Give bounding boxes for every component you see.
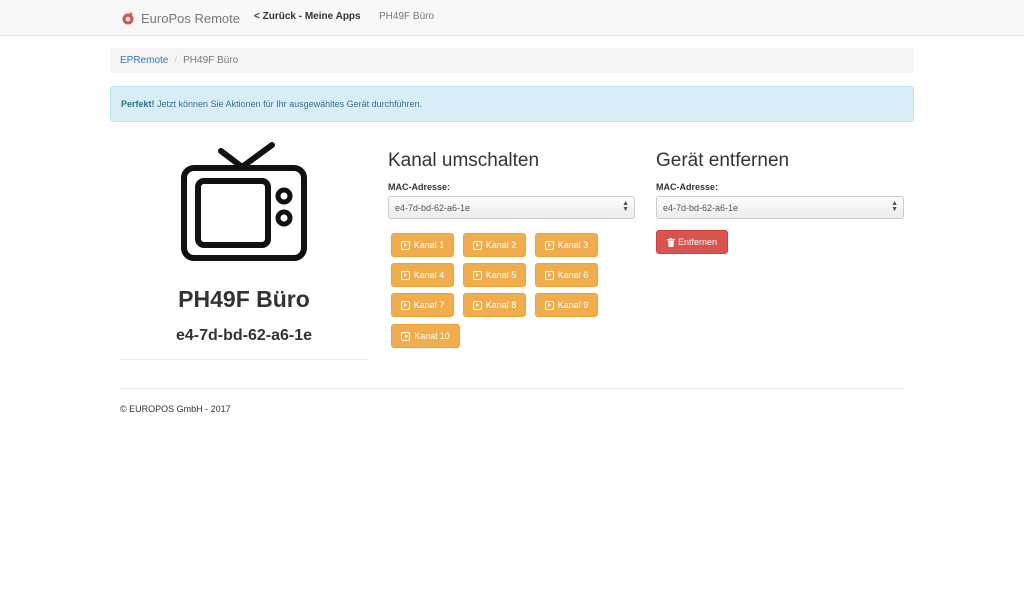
play-icon bbox=[472, 300, 482, 310]
kanal-3-button[interactable]: Kanal 3 bbox=[535, 233, 598, 257]
kanal-2-button[interactable]: Kanal 2 bbox=[463, 233, 526, 257]
kanal-button-label: Kanal 8 bbox=[485, 300, 517, 310]
kanal-button-label: Kanal 9 bbox=[557, 300, 589, 310]
breadcrumb-separator: / bbox=[174, 55, 178, 66]
brand-link[interactable]: EuroPos Remote bbox=[121, 10, 240, 26]
play-icon bbox=[401, 331, 411, 341]
brand-text: EuroPos Remote bbox=[141, 10, 240, 26]
navbar: EuroPos Remote < Zurück - Meine Apps PH4… bbox=[0, 0, 1024, 36]
play-icon bbox=[544, 270, 554, 280]
kanal-button-label: Kanal 6 bbox=[557, 270, 589, 280]
remove-section-title: Gerät entfernen bbox=[656, 150, 790, 171]
kanal-9-button[interactable]: Kanal 9 bbox=[535, 293, 598, 317]
play-icon bbox=[472, 240, 482, 250]
device-mac-heading: e4-7d-bd-62-a6-1e bbox=[175, 327, 313, 344]
remove-mac-label: MAC-Adresse: bbox=[656, 182, 719, 192]
play-icon bbox=[400, 240, 410, 250]
channel-mac-label: MAC-Adresse: bbox=[388, 182, 451, 192]
device-name-heading: PH49F Büro bbox=[178, 286, 310, 312]
kanal-button-label: Kanal 7 bbox=[413, 300, 445, 310]
kanal-7-button[interactable]: Kanal 7 bbox=[391, 293, 454, 317]
channel-mac-select[interactable]: e4-7d-bd-62-a6-1e ▲ ▼ bbox=[388, 196, 635, 219]
kanal-button-label: Kanal 2 bbox=[485, 240, 517, 250]
alert-message: Jetzt können Sie Aktionen für Ihr ausgew… bbox=[154, 99, 423, 109]
kanal-button-label: Kanal 10 bbox=[414, 331, 450, 341]
footer-divider bbox=[120, 388, 904, 389]
kanal-6-button[interactable]: Kanal 6 bbox=[535, 263, 598, 287]
select-arrows-icon: ▲ ▼ bbox=[891, 200, 898, 213]
kanal-button-label: Kanal 1 bbox=[413, 240, 445, 250]
alert-strong: Perfekt! bbox=[121, 99, 155, 109]
trash-icon bbox=[666, 237, 675, 247]
channel-section-title: Kanal umschalten bbox=[388, 150, 540, 171]
play-icon bbox=[400, 300, 410, 310]
footer-copyright: © EUROPOS GmbH - 2017 bbox=[120, 404, 231, 414]
back-to-apps-link[interactable]: < Zurück - Meine Apps bbox=[254, 11, 361, 22]
tv-icon bbox=[181, 142, 307, 261]
nav-device-link[interactable]: PH49F Büro bbox=[379, 11, 434, 22]
remove-device-button[interactable]: Entfernen bbox=[656, 230, 728, 254]
kanal-button-label: Kanal 3 bbox=[557, 240, 589, 250]
success-alert: Perfekt! Jetzt können Sie Aktionen für I… bbox=[110, 86, 914, 122]
channel-mac-select-value: e4-7d-bd-62-a6-1e bbox=[395, 203, 471, 213]
play-icon bbox=[544, 240, 554, 250]
select-arrows-icon: ▲ ▼ bbox=[622, 200, 629, 213]
kanal-5-button[interactable]: Kanal 5 bbox=[463, 263, 526, 287]
remove-mac-select-value: e4-7d-bd-62-a6-1e bbox=[663, 203, 739, 213]
remove-button-label: Entfernen bbox=[677, 237, 718, 247]
kanal-button-label: Kanal 5 bbox=[485, 270, 517, 280]
kanal-1-button[interactable]: Kanal 1 bbox=[391, 233, 454, 257]
kanal-button-label: Kanal 4 bbox=[413, 270, 445, 280]
kanal-8-button[interactable]: Kanal 8 bbox=[463, 293, 526, 317]
play-icon bbox=[400, 270, 410, 280]
divider bbox=[120, 359, 368, 360]
europos-logo-icon bbox=[122, 12, 134, 25]
breadcrumb-item-active: PH49F Büro bbox=[183, 55, 239, 66]
kanal-10-button[interactable]: Kanal 10 bbox=[391, 324, 460, 348]
remove-mac-select[interactable]: e4-7d-bd-62-a6-1e ▲ ▼ bbox=[656, 196, 904, 219]
play-icon bbox=[472, 270, 482, 280]
play-icon bbox=[544, 300, 554, 310]
kanal-4-button[interactable]: Kanal 4 bbox=[391, 263, 454, 287]
breadcrumb-item-epremote[interactable]: EPRemote bbox=[120, 55, 168, 66]
breadcrumb: EPRemote / PH49F Büro bbox=[110, 48, 914, 73]
